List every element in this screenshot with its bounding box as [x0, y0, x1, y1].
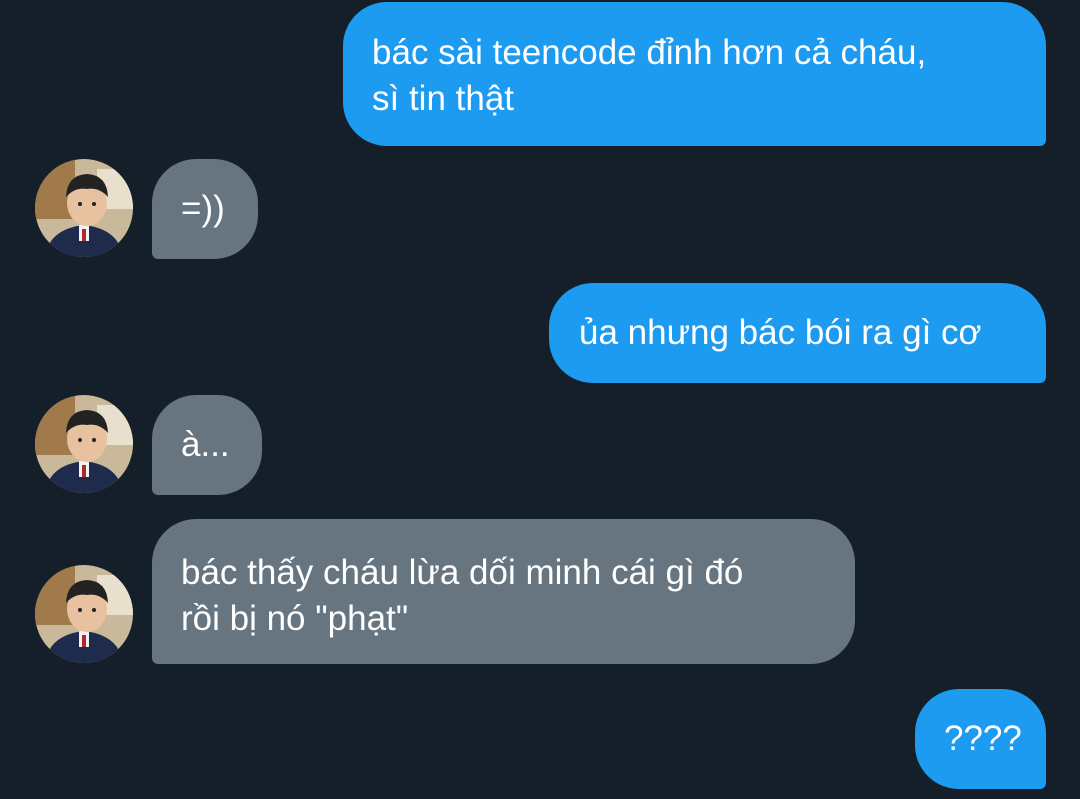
outgoing-message-bubble[interactable]: bác sài teencode đỉnh hơn cả cháu, sì ti… — [343, 2, 1046, 146]
child-portrait-avatar-icon — [35, 565, 133, 663]
contact-avatar[interactable] — [35, 159, 133, 257]
child-portrait-avatar-icon — [35, 395, 133, 493]
incoming-message-bubble[interactable]: bác thấy cháu lừa dối minh cái gì đó rồi… — [152, 519, 855, 664]
outgoing-message-bubble[interactable]: ủa nhưng bác bói ra gì cơ — [549, 283, 1046, 383]
outgoing-message-bubble[interactable]: ???? — [915, 689, 1046, 789]
conversation-thread: bác sài teencode đỉnh hơn cả cháu, sì ti… — [0, 0, 1080, 799]
incoming-message-bubble[interactable]: =)) — [152, 159, 258, 259]
child-portrait-avatar-icon — [35, 159, 133, 257]
incoming-message-bubble[interactable]: à... — [152, 395, 262, 495]
contact-avatar[interactable] — [35, 565, 133, 663]
contact-avatar[interactable] — [35, 395, 133, 493]
